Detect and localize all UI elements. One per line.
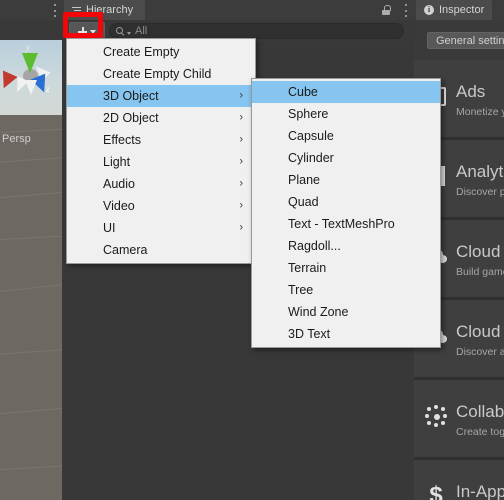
menu-item-label: 2D Object (103, 111, 159, 125)
menu-item-wind-zone[interactable]: Wind Zone (252, 301, 440, 323)
gizmo-axis-negative-z (25, 80, 37, 95)
gizmo-y-label: y (26, 42, 30, 52)
search-input[interactable]: All (109, 23, 404, 39)
menu-item-label: Ragdoll... (288, 239, 341, 253)
unity-editor-window: y z Persp Hierarchy All i Inspector Gene… (0, 0, 504, 500)
service-title: Cloud Diagnostics (456, 322, 504, 341)
scene-view-pane: y z Persp (0, 0, 62, 500)
scene-tab-bar (0, 0, 62, 21)
scene-toolbar (0, 20, 62, 41)
kebab-menu-icon[interactable] (53, 4, 56, 17)
menu-item-label: 3D Object (103, 89, 159, 103)
menu-item-label: Audio (103, 177, 135, 191)
inspector-tab-bar: i Inspector (414, 0, 504, 20)
menu-item-label: Terrain (288, 261, 327, 275)
menu-item-label: Text - TextMeshPro (288, 217, 395, 231)
menu-item-create-empty[interactable]: Create Empty (67, 41, 255, 63)
menu-item-sphere[interactable]: Sphere (252, 103, 440, 125)
menu-item-effects[interactable]: Effects › (67, 129, 255, 151)
menu-item-light[interactable]: Light › (67, 151, 255, 173)
kebab-menu-icon[interactable] (404, 4, 407, 17)
menu-item-text-textmeshpro[interactable]: Text - TextMeshPro (252, 213, 440, 235)
3d-object-submenu[interactable]: Cube Sphere Capsule Cylinder Plane Quad … (251, 78, 441, 348)
search-input-value: All (135, 25, 148, 37)
service-title: Collaborate (456, 402, 504, 421)
menu-item-label: Create Empty Child (103, 67, 212, 81)
general-settings-button[interactable]: General settings (427, 32, 504, 49)
menu-item-audio[interactable]: Audio › (67, 173, 255, 195)
chevron-right-icon: › (239, 111, 243, 124)
service-title: Analytics (456, 162, 504, 181)
in-app-purchasing-icon: $ (429, 482, 443, 500)
menu-item-cylinder[interactable]: Cylinder (252, 147, 440, 169)
info-icon: i (424, 5, 434, 15)
scene-ground-grid (0, 115, 62, 500)
service-subtitle: Discover player insights (456, 186, 504, 198)
chevron-down-icon (90, 29, 96, 34)
tab-hierarchy[interactable]: Hierarchy (64, 0, 146, 20)
menu-item-label: UI (103, 221, 116, 235)
lock-icon[interactable] (382, 5, 391, 15)
service-card-collaborate[interactable]: Collaborate Create together seamlessly (414, 380, 504, 460)
service-subtitle: Build games faster (456, 266, 504, 278)
service-title: Cloud Build (456, 242, 504, 261)
menu-item-label: Capsule (288, 129, 334, 143)
search-icon (116, 26, 125, 36)
menu-item-camera[interactable]: Camera (67, 239, 255, 261)
chevron-right-icon: › (239, 89, 243, 102)
chevron-right-icon: › (239, 199, 243, 212)
menu-item-label: 3D Text (288, 327, 331, 341)
tab-inspector[interactable]: i Inspector (416, 0, 493, 20)
menu-item-3d-text[interactable]: 3D Text (252, 323, 440, 345)
create-context-menu[interactable]: Create Empty Create Empty Child 3D Objec… (66, 38, 256, 264)
service-title: Ads (456, 82, 486, 101)
menu-item-tree[interactable]: Tree (252, 279, 440, 301)
scene-orientation-gizmo[interactable]: y z (0, 42, 57, 109)
service-subtitle: Monetize your game (456, 106, 504, 118)
menu-item-label: Cylinder (288, 151, 334, 165)
menu-item-label: Video (103, 199, 135, 213)
menu-item-label: Wind Zone (288, 305, 349, 319)
gizmo-z-label: z (46, 84, 50, 94)
menu-item-label: Create Empty (103, 45, 180, 59)
collaborate-icon (424, 404, 448, 428)
menu-item-terrain[interactable]: Terrain (252, 257, 440, 279)
gizmo-axis-y[interactable] (22, 53, 38, 73)
menu-item-label: Quad (288, 195, 319, 209)
menu-item-cube[interactable]: Cube (252, 81, 440, 103)
menu-item-label: Plane (288, 173, 320, 187)
menu-item-3d-object[interactable]: 3D Object › (67, 85, 255, 107)
scene-viewport[interactable]: y z Persp (0, 40, 62, 500)
menu-item-ui[interactable]: UI › (67, 217, 255, 239)
service-subtitle: Create together seamlessly (456, 426, 504, 438)
menu-item-video[interactable]: Video › (67, 195, 255, 217)
hierarchy-tab-bar: Hierarchy (62, 0, 414, 20)
service-subtitle: Discover app errors (456, 346, 504, 358)
service-title: In-App Purchasing (456, 482, 504, 500)
menu-item-label: Effects (103, 133, 141, 147)
menu-item-ragdoll[interactable]: Ragdoll... (252, 235, 440, 257)
chevron-right-icon: › (239, 155, 243, 168)
menu-item-quad[interactable]: Quad (252, 191, 440, 213)
menu-item-plane[interactable]: Plane (252, 169, 440, 191)
menu-item-2d-object[interactable]: 2D Object › (67, 107, 255, 129)
inspector-tab-label: Inspector (439, 4, 485, 16)
chevron-right-icon: › (239, 177, 243, 190)
chevron-right-icon: › (239, 133, 243, 146)
menu-item-label: Camera (103, 243, 148, 257)
scene-projection-label[interactable]: Persp (2, 133, 31, 145)
plus-icon (78, 27, 87, 36)
chevron-right-icon: › (239, 221, 243, 234)
menu-item-label: Tree (288, 283, 314, 297)
chevron-down-icon (127, 31, 131, 35)
menu-item-create-empty-child[interactable]: Create Empty Child (67, 63, 255, 85)
menu-item-label: Sphere (288, 107, 329, 121)
hierarchy-tab-label: Hierarchy (86, 4, 134, 16)
service-card-in-app-purchasing[interactable]: $ In-App Purchasing Simplify IAP integra… (414, 460, 504, 500)
menu-item-capsule[interactable]: Capsule (252, 125, 440, 147)
hierarchy-icon (72, 6, 81, 14)
menu-item-label: Light (103, 155, 131, 169)
menu-item-label: Cube (288, 85, 318, 99)
